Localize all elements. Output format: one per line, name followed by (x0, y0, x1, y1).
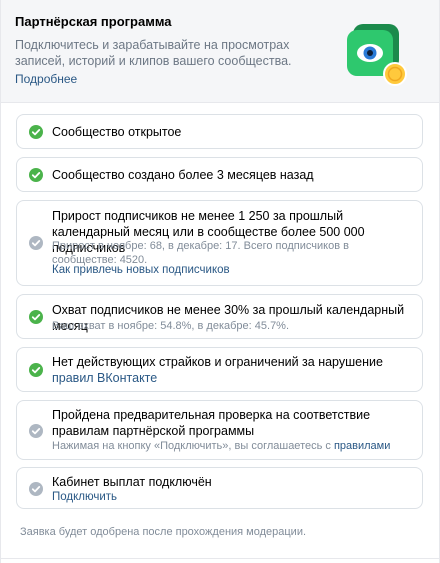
page-title: Партнёрская программа (15, 14, 172, 29)
partner-program-illustration-icon (347, 24, 407, 86)
requirement-title: Сообщество создано более 3 месяцев назад (52, 168, 314, 182)
requirement-item: Нет действующих страйков и ограничений з… (16, 347, 423, 392)
requirement-item: Охват подписчиков не менее 30% за прошлы… (16, 294, 423, 339)
check-done-icon (29, 125, 43, 139)
check-done-icon (29, 168, 43, 182)
partner-program-header: Партнёрская программа Подключитесь и зар… (1, 0, 439, 103)
requirement-title: Нет действующих страйков и ограничений з… (52, 354, 412, 386)
requirement-subtitle: Нажимая на кнопку «Подключить», вы согла… (52, 439, 410, 453)
attract-subscribers-link[interactable]: Как привлечь новых подписчиков (52, 264, 230, 276)
check-done-icon (29, 310, 43, 324)
more-link[interactable]: Подробнее (15, 72, 77, 86)
requirement-item: Пройдена предварительная проверка на соо… (16, 400, 423, 460)
requirement-item: Прирост подписчиков не менее 1 250 за пр… (16, 200, 423, 286)
requirement-subtitle-text: Нажимая на кнопку «Подключить», вы согла… (52, 440, 334, 452)
requirement-title: Пройдена предварительная проверка на соо… (52, 408, 371, 438)
requirement-title-text: Нет действующих страйков и ограничений з… (52, 355, 383, 369)
requirement-subtitle: Ваш охват в ноябре: 54.8%, в декабре: 45… (52, 320, 290, 332)
requirement-item: Сообщество создано более 3 месяцев назад (16, 157, 423, 192)
vk-rules-link[interactable]: правил ВКонтакте (52, 371, 157, 385)
check-pending-icon (29, 482, 43, 496)
connect-link[interactable]: Подключить (52, 491, 117, 503)
requirement-title: Кабинет выплат подключён (52, 475, 212, 489)
check-done-icon (29, 363, 43, 377)
requirement-item: Сообщество открытое (16, 114, 423, 149)
divider (1, 558, 439, 559)
header-description: Подключитесь и зарабатывайте на просмотр… (15, 38, 292, 68)
requirement-subtitle: Прирост в ноябре: 68, в декабре: 17. Все… (52, 240, 349, 266)
check-pending-icon (29, 424, 43, 438)
moderation-note: Заявка будет одобрена после прохождения … (20, 526, 307, 538)
requirement-title: Сообщество открытое (52, 125, 182, 139)
program-rules-link[interactable]: правилами (334, 440, 390, 452)
check-pending-icon (29, 236, 43, 250)
partner-program-panel: Партнёрская программа Подключитесь и зар… (0, 0, 440, 563)
requirement-item: Кабинет выплат подключён Подключить (16, 467, 423, 509)
